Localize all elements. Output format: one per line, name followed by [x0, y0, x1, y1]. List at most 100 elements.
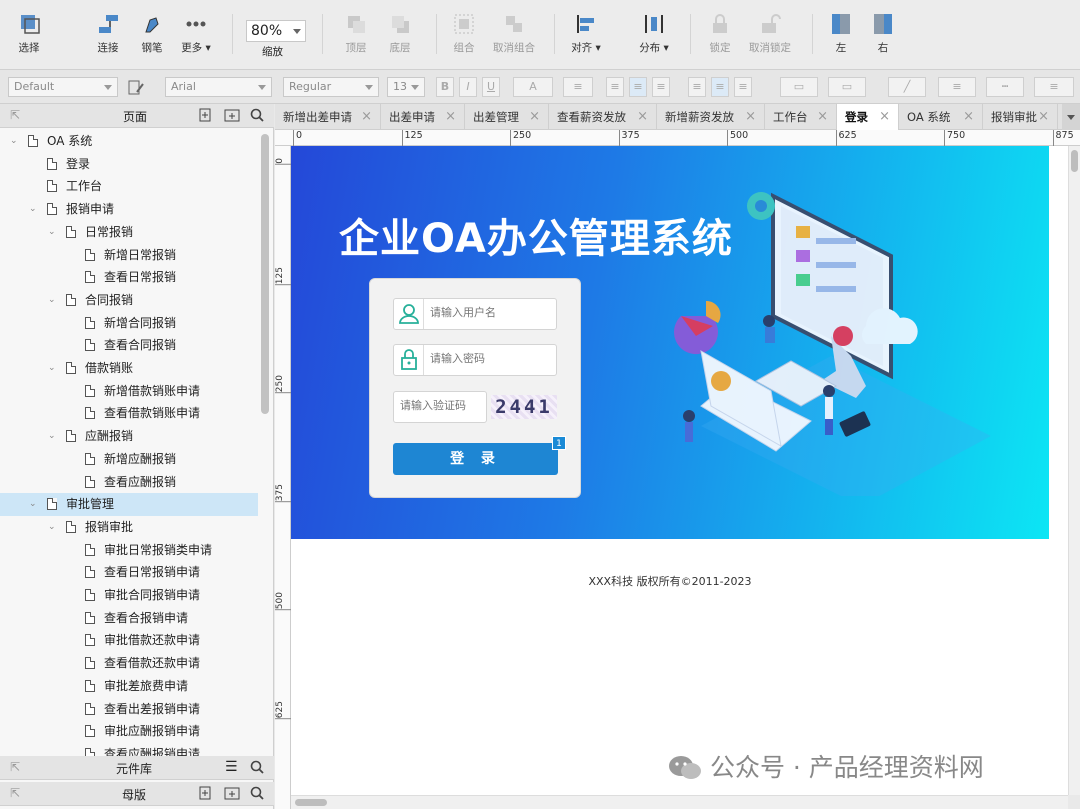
weight-select[interactable]: Regular — [283, 77, 379, 97]
tree-item[interactable]: ⌄ 报销申请 — [0, 198, 258, 221]
captcha-field[interactable] — [393, 391, 487, 423]
tree-item[interactable]: 新增借款销账申请 — [0, 380, 258, 403]
align-text-right-icon[interactable]: ≡ — [652, 77, 670, 97]
tree-item[interactable]: 查看借款还款申请 — [0, 652, 258, 675]
close-icon[interactable]: × — [817, 104, 828, 130]
expand-caret-icon[interactable]: ⌄ — [48, 516, 58, 538]
tree-item[interactable]: 新增日常报销 — [0, 244, 258, 267]
tree-item[interactable]: ⌄ 借款销账 — [0, 357, 258, 380]
style-edit-icon[interactable] — [128, 80, 144, 96]
line-color-icon[interactable]: ╱ — [888, 77, 926, 97]
expand-caret-icon[interactable]: ⌄ — [48, 357, 58, 379]
shadow-icon[interactable]: ▭ — [828, 77, 866, 97]
bottom-layer-button[interactable]: 底层 — [380, 6, 420, 55]
select-tool[interactable]: 选择 — [8, 6, 50, 55]
search-icon[interactable] — [250, 785, 264, 804]
underline-button[interactable]: U — [482, 77, 500, 97]
valign-middle-icon[interactable]: ≡ — [711, 77, 729, 97]
tree-item[interactable]: 审批借款还款申请 — [0, 629, 258, 652]
tree-item[interactable]: 查看日常报销申请 — [0, 561, 258, 584]
expand-caret-icon[interactable]: ⌄ — [48, 289, 58, 311]
bold-button[interactable]: B — [436, 77, 454, 97]
tab[interactable]: 出差申请 × — [381, 104, 465, 130]
add-folder-icon[interactable] — [224, 107, 240, 126]
left-button[interactable]: 左 — [826, 6, 856, 55]
tab[interactable]: 报销审批 × — [983, 104, 1058, 130]
arrow-style-icon[interactable]: ≡ — [1034, 77, 1074, 97]
captcha-input[interactable] — [400, 399, 484, 412]
align-button[interactable]: 对齐 ▾ — [566, 6, 606, 55]
search-icon[interactable] — [250, 759, 264, 778]
tree-item[interactable]: 查看出差报销申请 — [0, 698, 258, 721]
line-style-icon[interactable]: ┅ — [986, 77, 1024, 97]
close-icon[interactable]: × — [745, 104, 756, 130]
group-button[interactable]: 组合 — [446, 6, 482, 55]
tab[interactable]: 新增出差申请 × — [275, 104, 381, 130]
password-field[interactable] — [393, 344, 557, 376]
captcha-image[interactable]: 2441 — [491, 395, 557, 419]
font-select[interactable]: Arial — [165, 77, 272, 97]
expand-caret-icon[interactable]: ⌄ — [48, 221, 58, 243]
menu-icon[interactable]: ☰ — [225, 759, 238, 775]
tree-item[interactable]: 新增合同报销 — [0, 312, 258, 335]
tab[interactable]: 查看薪资发放 × — [549, 104, 657, 130]
search-icon[interactable] — [250, 107, 264, 126]
login-button[interactable]: 登 录 — [393, 443, 558, 475]
close-icon[interactable]: × — [1038, 104, 1049, 130]
tree-item[interactable]: ⌄ 审批管理 — [0, 493, 258, 516]
list-icon[interactable]: ≡ — [563, 77, 593, 97]
tree-item[interactable]: ⌄ 报销审批 — [0, 516, 258, 539]
top-layer-button[interactable]: 顶层 — [336, 6, 376, 55]
tab[interactable]: 工作台 × — [765, 104, 837, 130]
scroll-thumb[interactable] — [295, 799, 327, 806]
add-page-icon[interactable] — [199, 107, 213, 126]
tree-item[interactable]: 审批合同报销申请 — [0, 584, 258, 607]
fill-color-icon[interactable]: ▭ — [780, 77, 818, 97]
tree-item[interactable]: 登录 — [0, 153, 258, 176]
scroll-thumb[interactable] — [1071, 150, 1078, 172]
lock-button[interactable]: 锁定 — [704, 6, 736, 55]
tree-item[interactable]: 审批日常报销类申请 — [0, 539, 258, 562]
tree-item[interactable]: 工作台 — [0, 175, 258, 198]
tree-item[interactable]: ⌄ 合同报销 — [0, 289, 258, 312]
pen-tool[interactable]: 钢笔 — [132, 6, 172, 55]
close-icon[interactable]: × — [963, 104, 974, 130]
canvas-horizontal-scrollbar[interactable] — [291, 795, 1068, 809]
font-color-button[interactable]: A — [513, 77, 553, 97]
close-icon[interactable]: × — [361, 104, 372, 130]
tree-item[interactable]: 查看借款销账申请 — [0, 402, 258, 425]
design-canvas[interactable]: 企业OA办公管理系统 请输入用户名 请输入密码 请输入验证码 2441 登 录 … — [291, 146, 1068, 795]
expand-caret-icon[interactable]: ⌄ — [48, 425, 58, 447]
tab[interactable]: 登录 × — [837, 104, 899, 130]
password-input[interactable] — [430, 352, 550, 365]
add-master-icon[interactable] — [199, 785, 213, 804]
right-button[interactable]: 右 — [868, 6, 898, 55]
line-width-icon[interactable]: ≡ — [938, 77, 976, 97]
style-select[interactable]: Default — [8, 77, 118, 97]
expand-caret-icon[interactable]: ⌄ — [29, 493, 39, 515]
close-icon[interactable]: × — [637, 104, 648, 130]
collapse-icon[interactable]: ⇱ — [10, 760, 20, 774]
username-field[interactable] — [393, 298, 557, 330]
collapse-icon[interactable]: ⇱ — [10, 108, 20, 122]
zoom-select[interactable]: 80% — [246, 20, 306, 42]
collapse-icon[interactable]: ⇱ — [10, 786, 20, 800]
tab-overflow-button[interactable] — [1062, 104, 1080, 130]
tree-scrollbar[interactable] — [261, 134, 269, 414]
expand-caret-icon[interactable]: ⌄ — [29, 198, 39, 220]
tree-item[interactable]: 审批差旅费申请 — [0, 675, 258, 698]
unlock-button[interactable]: 取消锁定 — [746, 6, 794, 55]
tree-item[interactable]: 审批应酬报销申请 — [0, 720, 258, 743]
tree-item[interactable]: 查看合报销申请 — [0, 607, 258, 630]
ungroup-button[interactable]: 取消组合 — [490, 6, 538, 55]
tree-item[interactable]: ⌄ OA 系统 — [0, 130, 258, 153]
italic-button[interactable]: I — [459, 77, 477, 97]
masters-header[interactable]: ⇱ 母版 — [0, 782, 274, 806]
close-icon[interactable]: × — [879, 104, 890, 130]
add-folder-icon[interactable] — [224, 785, 240, 804]
valign-bottom-icon[interactable]: ≡ — [734, 77, 752, 97]
close-icon[interactable]: × — [445, 104, 456, 130]
tab[interactable]: 新增薪资发放 × — [657, 104, 765, 130]
align-text-left-icon[interactable]: ≡ — [606, 77, 624, 97]
align-text-center-icon[interactable]: ≡ — [629, 77, 647, 97]
